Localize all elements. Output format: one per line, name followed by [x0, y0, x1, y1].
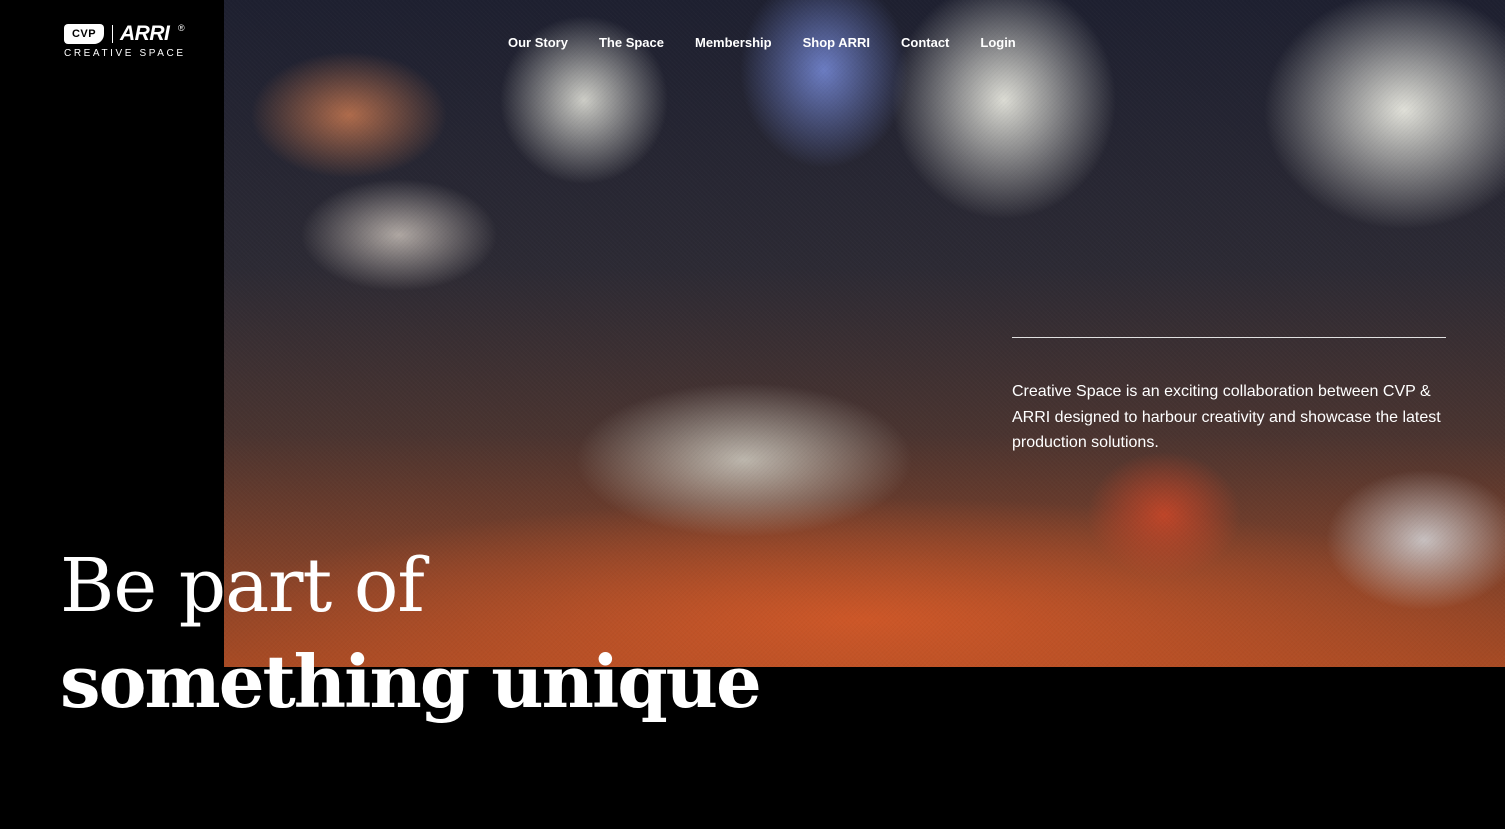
logo-cvp-badge: CVP	[64, 24, 104, 44]
hero-headline: Be part of something unique	[60, 538, 762, 730]
intro-divider-line	[1012, 337, 1446, 338]
headline-line-1: Be part of	[60, 543, 425, 629]
logo-divider	[112, 25, 113, 43]
nav-our-story[interactable]: Our Story	[508, 34, 568, 52]
nav-the-space[interactable]: The Space	[599, 34, 664, 52]
main-navigation: Our Story The Space Membership Shop ARRI…	[508, 34, 1016, 52]
logo-arri-wordmark: ARRI	[120, 22, 170, 45]
nav-membership[interactable]: Membership	[695, 34, 772, 52]
headline-line-2: something unique	[60, 639, 762, 724]
nav-contact[interactable]: Contact	[901, 34, 949, 52]
logo-registered-mark: ®	[178, 23, 185, 33]
logo-subtitle: CREATIVE SPACE	[64, 48, 186, 59]
nav-shop-arri[interactable]: Shop ARRI	[803, 34, 870, 52]
intro-paragraph: Creative Space is an exciting collaborat…	[1012, 383, 1441, 451]
nav-login[interactable]: Login	[980, 34, 1015, 52]
cvp-arri-creative-space-logo[interactable]: CVP ARRI ® CREATIVE SPACE	[64, 22, 194, 62]
